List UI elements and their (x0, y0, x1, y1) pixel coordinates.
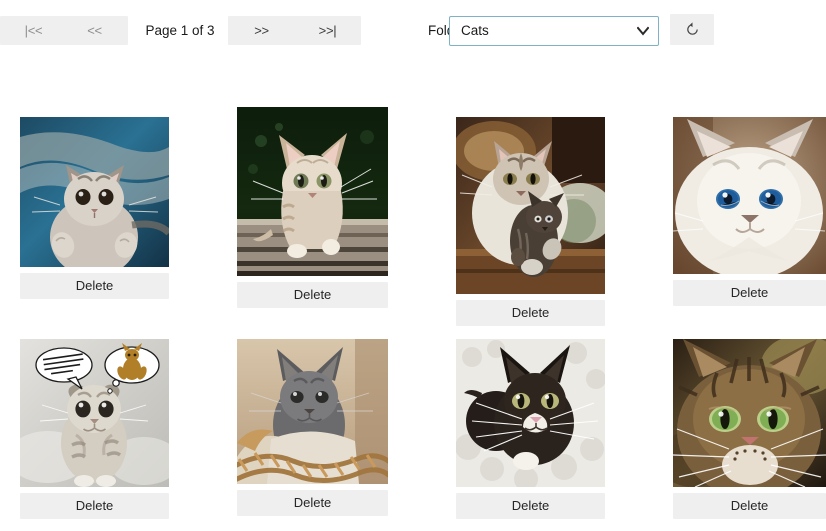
delete-button[interactable]: Delete (456, 493, 605, 519)
page-indicator: Page 1 of 3 (145, 23, 215, 38)
gallery-item: Delete (456, 339, 605, 519)
gallery-item: Delete (20, 117, 169, 299)
delete-button[interactable]: Delete (237, 490, 388, 516)
folder-select[interactable]: Cats (449, 16, 659, 46)
gallery-item: Delete (673, 117, 826, 306)
previous-page-button[interactable]: << (61, 16, 128, 45)
thumbnail-image[interactable] (456, 117, 605, 294)
delete-button[interactable]: Delete (673, 280, 826, 306)
gallery-item: Delete (673, 339, 826, 519)
thumbnail-image[interactable] (20, 117, 169, 267)
thumbnail-image[interactable] (237, 339, 388, 484)
gallery-item: Delete (237, 107, 388, 308)
image-gallery: Delete Delete Delete Delete Delete Delet… (0, 62, 826, 531)
delete-button[interactable]: Delete (237, 282, 388, 308)
gallery-item: Delete (237, 339, 388, 516)
first-page-button[interactable]: |<< (0, 16, 67, 45)
thumbnail-image[interactable] (20, 339, 169, 487)
pagination-toolbar: |<< << Page 1 of 3 >> >>| Folder: Cats (0, 0, 826, 62)
delete-button[interactable]: Delete (20, 493, 169, 519)
thumbnail-image[interactable] (456, 339, 605, 487)
gallery-item: Delete (20, 339, 169, 519)
delete-button[interactable]: Delete (456, 300, 605, 326)
last-page-button[interactable]: >>| (294, 16, 361, 45)
refresh-button[interactable] (670, 14, 714, 45)
thumbnail-image[interactable] (673, 339, 826, 487)
folder-select-wrapper: Cats (449, 16, 659, 46)
thumbnail-image[interactable] (673, 117, 826, 274)
gallery-item: Delete (456, 117, 605, 326)
next-page-button[interactable]: >> (228, 16, 295, 45)
refresh-icon (685, 22, 700, 37)
delete-button[interactable]: Delete (673, 493, 826, 519)
delete-button[interactable]: Delete (20, 273, 169, 299)
thumbnail-image[interactable] (237, 107, 388, 276)
